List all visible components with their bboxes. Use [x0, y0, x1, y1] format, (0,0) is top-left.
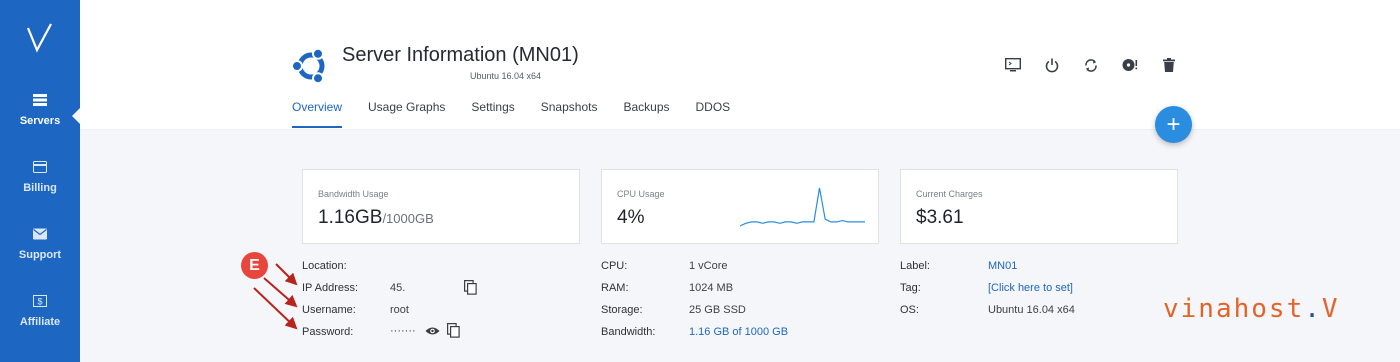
sidebar-item-label: Servers — [19, 115, 61, 127]
sidebar-item-label: Support — [18, 249, 62, 261]
tab-bar: Overview Usage Graphs Settings Snapshots… — [292, 100, 756, 128]
password-value: ······· — [390, 325, 416, 337]
watermark-mark: V — [1321, 294, 1340, 324]
billing-icon — [33, 161, 47, 173]
card-value: 1.16GB/1000GB — [318, 207, 434, 229]
restart-icon — [1085, 58, 1097, 72]
bandwidth-limit: /1000GB — [382, 211, 434, 226]
cpu-label: CPU: — [601, 260, 628, 272]
cpu-value: 4% — [617, 207, 645, 228]
delete-button[interactable] — [1160, 56, 1178, 74]
charges-card: Current Charges $3.61 — [900, 169, 1178, 244]
storage-label: Storage: — [601, 304, 643, 316]
card-label: CPU Usage — [617, 189, 665, 199]
ubuntu-icon — [291, 47, 325, 85]
os-value: Ubuntu 16.04 x64 — [988, 304, 1075, 316]
trash-icon — [1163, 58, 1175, 72]
vultr-logo-icon — [26, 23, 52, 53]
tab-backups[interactable]: Backups — [623, 100, 669, 128]
location-label: Location: — [302, 260, 347, 272]
tab-settings[interactable]: Settings — [471, 100, 514, 128]
card-label: Bandwidth Usage — [318, 189, 389, 199]
ram-value: 1024 MB — [689, 282, 734, 294]
label-label: Label: — [900, 260, 930, 272]
server-actions — [1004, 56, 1199, 74]
sidebar-item-label: Billing — [23, 182, 57, 194]
copy-icon[interactable] — [464, 280, 477, 295]
card-label: Current Charges — [916, 189, 983, 199]
console-button[interactable] — [1004, 56, 1022, 74]
power-button[interactable] — [1043, 56, 1061, 74]
tab-snapshots[interactable]: Snapshots — [541, 100, 598, 128]
eye-icon[interactable] — [425, 326, 440, 336]
server-meta: Label: MN01 Tag: [Click here to set] OS:… — [900, 260, 1160, 330]
page-title: Server Information (MN01) — [342, 44, 579, 66]
password-label: Password: — [302, 326, 354, 338]
cpu-card: CPU Usage 4% — [601, 169, 879, 244]
brand-logo[interactable] — [0, 22, 80, 63]
reinstall-button[interactable] — [1121, 56, 1139, 74]
bandwidth-card: Bandwidth Usage 1.16GB/1000GB — [302, 169, 580, 244]
watermark-dot: . — [1304, 294, 1322, 324]
reinstall-icon — [1122, 59, 1138, 71]
sidebar-item-affiliate[interactable]: $ Affiliate — [0, 295, 80, 328]
bandwidth-value: 1.16GB — [318, 207, 383, 228]
tag-label: Tag: — [900, 282, 921, 294]
svg-text:$: $ — [37, 297, 42, 307]
cpu-sparkline — [740, 187, 865, 227]
power-icon — [1045, 58, 1059, 72]
server-specs: CPU: 1 vCore RAM: 1024 MB Storage: 25 GB… — [601, 260, 861, 350]
cpu-spec-value: 1 vCore — [689, 260, 728, 272]
page-subtitle: Ubuntu 16.04 x64 — [470, 71, 542, 81]
console-icon — [1005, 58, 1021, 72]
sidebar-item-support[interactable]: Support — [0, 228, 80, 261]
restart-button[interactable] — [1082, 56, 1100, 74]
ram-label: RAM: — [601, 282, 629, 294]
watermark-text: vinahost — [1163, 294, 1305, 324]
username-label: Username: — [302, 304, 356, 316]
bandwidth-link[interactable]: 1.16 GB of 1000 GB — [689, 326, 788, 338]
sidebar-item-servers[interactable]: Servers — [0, 94, 80, 127]
server-label-link[interactable]: MN01 — [988, 260, 1017, 272]
sidebar-item-billing[interactable]: Billing — [0, 161, 80, 194]
active-indicator — [72, 108, 80, 124]
os-label: OS: — [900, 304, 919, 316]
charges-value: $3.61 — [916, 207, 964, 228]
annotation-badge: E — [241, 252, 268, 279]
set-tag-link[interactable]: [Click here to set] — [988, 282, 1073, 294]
affiliate-icon: $ — [33, 295, 47, 307]
copy-icon[interactable] — [447, 323, 460, 338]
tab-usage-graphs[interactable]: Usage Graphs — [368, 100, 445, 128]
vinahost-watermark: vinahost.V — [1163, 294, 1340, 324]
tab-overview[interactable]: Overview — [292, 100, 343, 128]
servers-icon — [33, 94, 47, 106]
ip-address-label: IP Address: — [302, 282, 359, 294]
username-value[interactable]: root — [390, 304, 409, 316]
tab-ddos[interactable]: DDOS — [696, 100, 731, 128]
bandwidth-label: Bandwidth: — [601, 326, 656, 338]
ip-address-value[interactable]: 45. — [390, 282, 405, 294]
sidebar-item-label: Affiliate — [19, 316, 61, 328]
server-credentials: Location: IP Address: 45. Username: root… — [302, 260, 502, 350]
cpu-sparkline-line — [740, 187, 865, 227]
sidebar: Servers Billing Support $ Affiliate — [0, 0, 80, 362]
add-button[interactable]: + — [1155, 106, 1192, 143]
storage-value: 25 GB SSD — [689, 304, 746, 316]
support-icon — [33, 228, 47, 240]
